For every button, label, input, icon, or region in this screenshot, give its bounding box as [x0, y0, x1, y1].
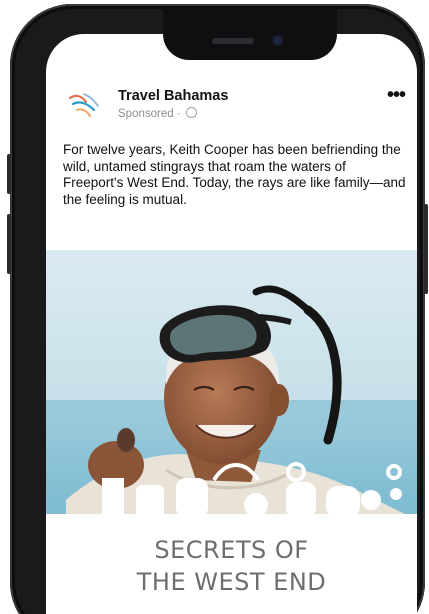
more-options-icon[interactable]: •••	[383, 85, 409, 106]
travel-bahamas-logo	[65, 85, 105, 125]
phone-notch	[163, 8, 337, 60]
title-line-2: THE WEST END	[136, 568, 327, 596]
post-body-text: For twelve years, Keith Cooper has been …	[63, 142, 406, 207]
sponsored-text: Sponsored ·	[118, 108, 181, 120]
page-name[interactable]: Travel Bahamas	[118, 88, 228, 104]
post-media[interactable]: SECRETS OF THE WEST END	[46, 250, 417, 614]
ad-screenshot: Travel Bahamas Sponsored · ••• For twelv…	[0, 0, 429, 614]
speaker-grille	[212, 38, 254, 44]
page-avatar[interactable]	[64, 84, 106, 126]
side-button-left	[7, 154, 11, 194]
front-camera	[273, 36, 282, 45]
side-button-left-lower	[7, 214, 11, 274]
globe-icon	[185, 107, 197, 118]
post-header: Travel Bahamas Sponsored · •••	[46, 78, 417, 126]
title-line-1: SECRETS OF	[154, 536, 309, 564]
sponsored-label: Sponsored ·	[118, 107, 197, 120]
side-button-right	[424, 204, 428, 294]
title-panel: SECRETS OF THE WEST END	[46, 514, 417, 614]
phone-frame: Travel Bahamas Sponsored · ••• For twelv…	[7, 4, 428, 614]
phone-screen: Travel Bahamas Sponsored · ••• For twelv…	[46, 34, 417, 614]
